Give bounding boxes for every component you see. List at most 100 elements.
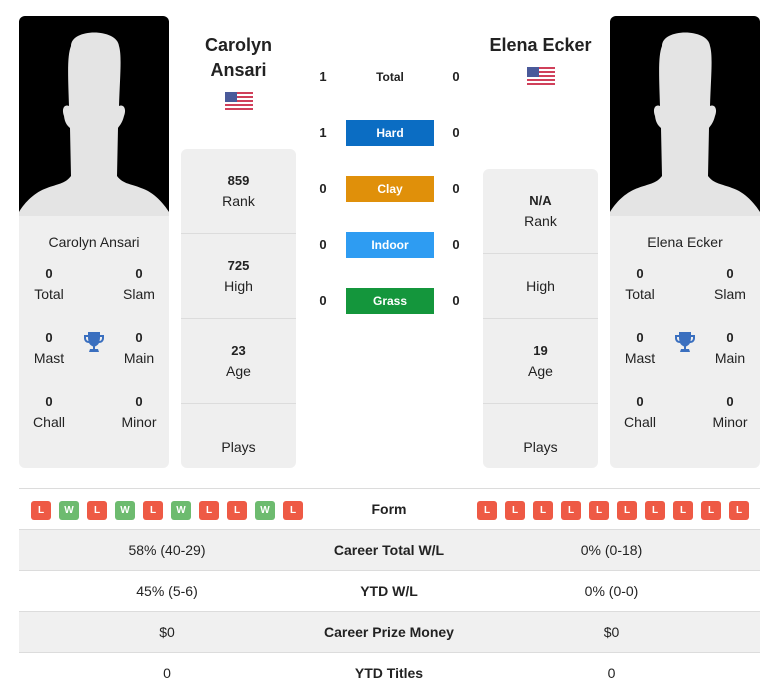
titles-mast-label: Mast: [33, 350, 65, 366]
rank-label: Rank: [222, 193, 255, 209]
form-loss-badge[interactable]: L: [143, 501, 163, 520]
form-row: LWLWLWLLWL Form LLLLLLLLLL: [19, 488, 760, 529]
player1-name-line1: Carolyn: [204, 35, 273, 55]
table-row: 0 YTD Titles 0: [19, 652, 760, 693]
form-loss-badge[interactable]: L: [729, 501, 749, 520]
titles-minor: 0 Minor: [109, 392, 169, 432]
titles-mast: 0 Mast: [610, 328, 670, 368]
form-loss-badge[interactable]: L: [561, 501, 581, 520]
player1-value: 0: [163, 665, 171, 681]
player2-high: High: [483, 254, 598, 319]
player2-value: $0: [603, 624, 620, 640]
surface-total-label: Total: [376, 70, 404, 84]
player2-name[interactable]: Elena Ecker: [483, 33, 598, 58]
titles-main-label: Main: [714, 350, 746, 366]
form-loss-badge[interactable]: L: [673, 501, 693, 520]
h2h-row-total: 1 Total 0: [310, 64, 470, 90]
player1-name[interactable]: Carolyn Ansari: [181, 33, 296, 83]
form-loss-badge[interactable]: L: [645, 501, 665, 520]
player1-name-line2: Ansari: [210, 60, 267, 80]
player2-photo: [610, 16, 760, 216]
form-loss-badge[interactable]: L: [701, 501, 721, 520]
form-loss-badge[interactable]: L: [617, 501, 637, 520]
titles-total-label: Total: [625, 286, 655, 302]
form-loss-badge[interactable]: L: [87, 501, 107, 520]
h2h-p2-value: 0: [452, 237, 460, 252]
player1-plays: Plays: [181, 404, 296, 468]
surface-clay-badge: Clay: [346, 176, 434, 202]
us-flag-icon: [225, 92, 253, 112]
high-label: High: [526, 278, 555, 294]
form-win-badge[interactable]: W: [115, 501, 135, 520]
titles-slam-label: Slam: [714, 286, 746, 302]
form-win-badge[interactable]: W: [255, 501, 275, 520]
h2h-row-clay: 0 Clay 0: [310, 176, 470, 202]
titles-chall-value: 0: [636, 394, 644, 409]
player1-rank: 859 Rank: [181, 149, 296, 234]
form-loss-badge[interactable]: L: [533, 501, 553, 520]
rank-value: N/A: [529, 193, 552, 208]
form-loss-badge[interactable]: L: [199, 501, 219, 520]
form-loss-badge[interactable]: L: [283, 501, 303, 520]
form-loss-badge[interactable]: L: [589, 501, 609, 520]
titles-chall-label: Chall: [33, 414, 65, 430]
table-row: $0 Career Prize Money $0: [19, 611, 760, 652]
player1-card-name[interactable]: Carolyn Ansari: [19, 234, 169, 250]
titles-main-value: 0: [135, 330, 143, 345]
player2-titles: 0 Total 0 Slam 0 Mast 0 Main 0 Chall 0 Minor: [610, 264, 760, 464]
titles-main: 0 Main: [700, 328, 760, 368]
form-loss-badge[interactable]: L: [227, 501, 247, 520]
h2h-p1-value: 0: [319, 237, 327, 252]
player-silhouette-icon: [610, 16, 760, 216]
form-label: Form: [371, 501, 407, 517]
player2-form: LLLLLLLLLL: [477, 501, 749, 520]
player-silhouette-icon: [19, 16, 169, 216]
titles-mast: 0 Mast: [19, 328, 79, 368]
form-loss-badge[interactable]: L: [31, 501, 51, 520]
h2h-p1-value: 0: [319, 293, 327, 308]
player1-stats: 859 Rank 725 High 23 Age Plays: [181, 149, 296, 468]
player2-value: 0% (0-18): [580, 542, 643, 558]
rank-value: 859: [227, 173, 250, 188]
form-loss-badge[interactable]: L: [505, 501, 525, 520]
player1-photo: [19, 16, 169, 216]
h2h-p2-value: 0: [452, 125, 460, 140]
h2h-row-grass: 0 Grass 0: [310, 288, 470, 314]
titles-main-label: Main: [123, 350, 155, 366]
trophy-icon: [673, 330, 697, 354]
titles-minor-value: 0: [726, 394, 734, 409]
player2-card-name[interactable]: Elena Ecker: [610, 234, 760, 250]
h2h-p2-value: 0: [452, 69, 460, 84]
surface-hard-badge: Hard: [346, 120, 434, 146]
rank-label: Rank: [524, 213, 557, 229]
age-label: Age: [528, 363, 553, 379]
titles-minor: 0 Minor: [700, 392, 760, 432]
titles-chall: 0 Chall: [610, 392, 670, 432]
player2-value: 0: [607, 665, 616, 681]
titles-chall-label: Chall: [624, 414, 656, 430]
titles-chall-value: 0: [45, 394, 53, 409]
titles-minor-label: Minor: [121, 414, 157, 430]
titles-slam-label: Slam: [123, 286, 155, 302]
high-value: 725: [227, 258, 250, 273]
form-win-badge[interactable]: W: [171, 501, 191, 520]
h2h-row-indoor: 0 Indoor 0: [310, 232, 470, 258]
h2h-p2-value: 0: [452, 293, 460, 308]
titles-mast-value: 0: [45, 330, 53, 345]
player1-form: LWLWLWLLWL: [31, 501, 303, 520]
table-row: 58% (40-29) Career Total W/L 0% (0-18): [19, 529, 760, 570]
form-loss-badge[interactable]: L: [477, 501, 497, 520]
titles-chall: 0 Chall: [19, 392, 79, 432]
player1-titles: 0 Total 0 Slam 0 Mast 0 Main 0 Chall 0 Minor: [19, 264, 169, 464]
surface-grass-badge: Grass: [346, 288, 434, 314]
table-row: 45% (5-6) YTD W/L 0% (0-0): [19, 570, 760, 611]
plays-label: Plays: [221, 438, 256, 455]
player2-stats: N/A Rank High 19 Age Plays: [483, 169, 598, 468]
player2-age: 19 Age: [483, 319, 598, 404]
h2h-p2-value: 0: [452, 181, 460, 196]
form-win-badge[interactable]: W: [59, 501, 79, 520]
player2-value: 0% (0-0): [584, 583, 639, 599]
titles-minor-value: 0: [135, 394, 143, 409]
age-value: 23: [231, 343, 246, 358]
age-value: 19: [533, 343, 548, 358]
